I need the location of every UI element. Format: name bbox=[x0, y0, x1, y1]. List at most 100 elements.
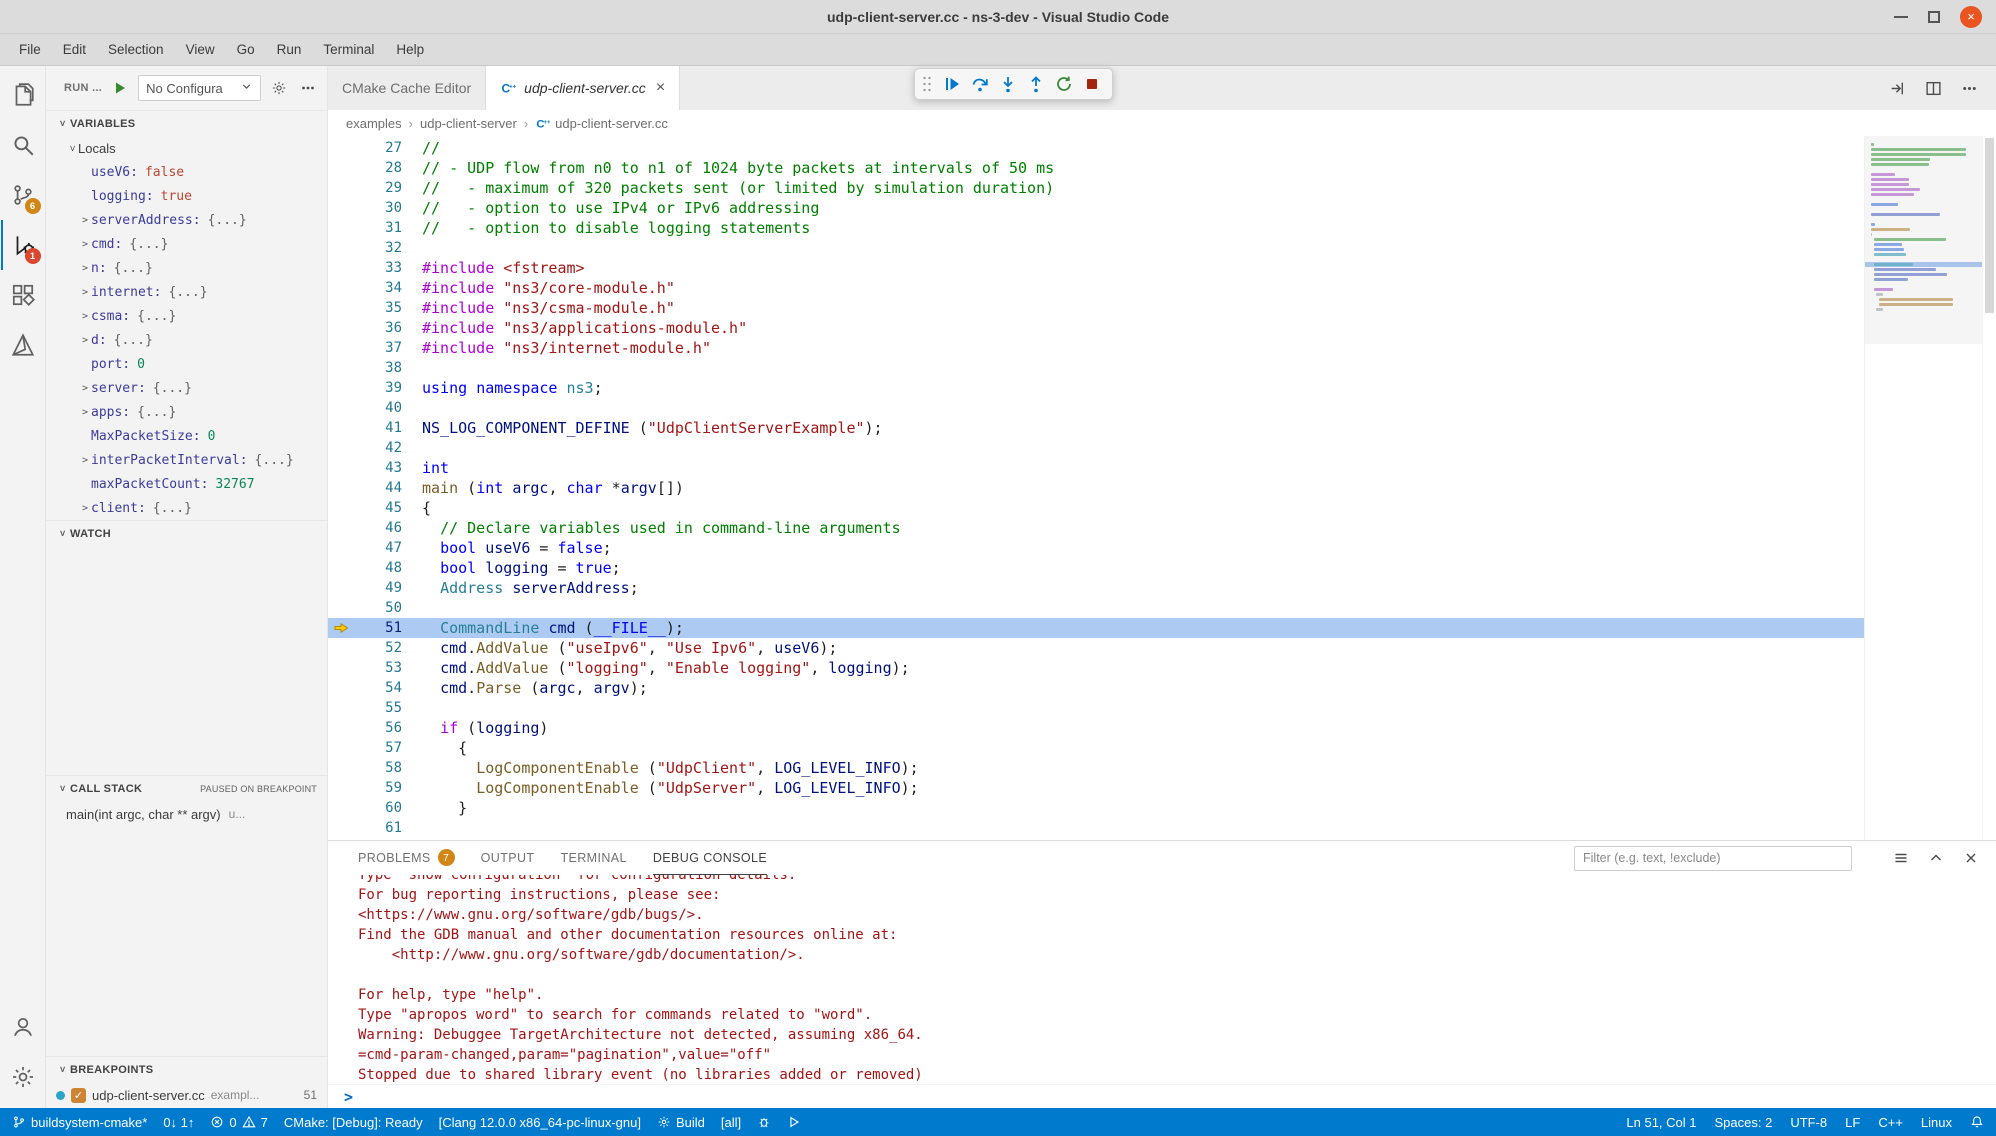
panel-tab-problems[interactable]: PROBLEMS7 bbox=[358, 841, 455, 875]
twisty-icon[interactable]: > bbox=[79, 407, 91, 418]
code-line-34[interactable]: 34#include "ns3/core-module.h" bbox=[328, 278, 1864, 298]
minimize-button[interactable] bbox=[1894, 16, 1908, 18]
activity-source-control[interactable]: 6 bbox=[1, 170, 45, 220]
close-panel-button[interactable] bbox=[1960, 847, 1982, 869]
code-line-31[interactable]: 31// - option to disable logging stateme… bbox=[328, 218, 1864, 238]
variable-n[interactable]: >n:{...} bbox=[46, 256, 327, 280]
minimap[interactable] bbox=[1864, 136, 1982, 840]
toolbar-drag-handle[interactable] bbox=[922, 75, 932, 93]
code-line-55[interactable]: 55 bbox=[328, 698, 1864, 718]
step-over-button[interactable] bbox=[967, 71, 993, 97]
close-button[interactable]: × bbox=[1960, 6, 1982, 28]
variable-MaxPacketSize[interactable]: >MaxPacketSize:0 bbox=[46, 424, 327, 448]
code-lines[interactable]: 27//28// - UDP flow from n0 to n1 of 102… bbox=[328, 136, 1864, 840]
menu-view[interactable]: View bbox=[175, 34, 226, 65]
code-line-32[interactable]: 32 bbox=[328, 238, 1864, 258]
cmake-launch-button[interactable] bbox=[787, 1115, 801, 1129]
scope-locals[interactable]: > Locals bbox=[46, 136, 327, 160]
variable-maxPacketCount[interactable]: >maxPacketCount:32767 bbox=[46, 472, 327, 496]
section-breakpoints[interactable]: > BREAKPOINTS bbox=[46, 1056, 327, 1082]
indentation[interactable]: Spaces: 2 bbox=[1715, 1115, 1773, 1130]
code-line-30[interactable]: 30// - option to use IPv4 or IPv6 addres… bbox=[328, 198, 1864, 218]
cmake-build-button[interactable]: Build bbox=[657, 1115, 705, 1130]
breadcrumb-item-examples[interactable]: examples bbox=[346, 116, 402, 131]
eol[interactable]: LF bbox=[1845, 1115, 1860, 1130]
code-line-54[interactable]: 54 cmd.Parse (argc, argv); bbox=[328, 678, 1864, 698]
variable-csma[interactable]: >csma:{...} bbox=[46, 304, 327, 328]
variable-interPacketInterval[interactable]: >interPacketInterval:{...} bbox=[46, 448, 327, 472]
code-line-43[interactable]: 43int bbox=[328, 458, 1864, 478]
variable-cmd[interactable]: >cmd:{...} bbox=[46, 232, 327, 256]
activity-cmake-tools[interactable] bbox=[1, 320, 45, 370]
call-stack-frame[interactable]: main(int argc, char ** argv) u... bbox=[46, 801, 327, 827]
code-line-36[interactable]: 36#include "ns3/applications-module.h" bbox=[328, 318, 1864, 338]
restart-button[interactable] bbox=[1051, 71, 1077, 97]
code-line-50[interactable]: 50 bbox=[328, 598, 1864, 618]
variable-port[interactable]: >port:0 bbox=[46, 352, 327, 376]
activity-explorer[interactable] bbox=[1, 70, 45, 120]
cursor-position[interactable]: Ln 51, Col 1 bbox=[1626, 1115, 1696, 1130]
breakpoint-item[interactable]: ✓ udp-client-server.cc exampl... 51 bbox=[46, 1082, 327, 1108]
code-line-47[interactable]: 47 bool useV6 = false; bbox=[328, 538, 1864, 558]
scrollbar-thumb[interactable] bbox=[1985, 138, 1994, 313]
menu-edit[interactable]: Edit bbox=[52, 34, 97, 65]
twisty-icon[interactable]: > bbox=[79, 263, 91, 274]
section-call-stack[interactable]: > CALL STACK PAUSED ON BREAKPOINT bbox=[46, 775, 327, 801]
code-line-57[interactable]: 57 { bbox=[328, 738, 1864, 758]
code-line-59[interactable]: 59 LogComponentEnable ("UdpServer", LOG_… bbox=[328, 778, 1864, 798]
run-more-actions-button[interactable] bbox=[297, 77, 319, 99]
stop-button[interactable] bbox=[1079, 71, 1105, 97]
activity-manage[interactable] bbox=[1, 1052, 45, 1102]
code-line-56[interactable]: 56 if (logging) bbox=[328, 718, 1864, 738]
cmake-build-target[interactable]: [all] bbox=[721, 1115, 741, 1130]
debug-config-dropdown[interactable]: No Configura bbox=[138, 75, 261, 101]
notifications[interactable] bbox=[1970, 1115, 1984, 1129]
cmake-debug-button[interactable] bbox=[757, 1115, 771, 1129]
variable-useV6[interactable]: >useV6:false bbox=[46, 160, 327, 184]
menu-run[interactable]: Run bbox=[266, 34, 313, 65]
tab-close-icon[interactable]: × bbox=[656, 80, 665, 96]
code-line-37[interactable]: 37#include "ns3/internet-module.h" bbox=[328, 338, 1864, 358]
cmake-status[interactable]: CMake: [Debug]: Ready bbox=[284, 1115, 423, 1130]
console-filter-input[interactable] bbox=[1574, 846, 1852, 871]
code-line-60[interactable]: 60 } bbox=[328, 798, 1864, 818]
twisty-icon[interactable]: > bbox=[79, 239, 91, 250]
twisty-icon[interactable]: > bbox=[79, 287, 91, 298]
step-out-button[interactable] bbox=[1023, 71, 1049, 97]
menu-go[interactable]: Go bbox=[226, 34, 266, 65]
panel-tab-output[interactable]: OUTPUT bbox=[481, 841, 535, 875]
twisty-icon[interactable]: > bbox=[79, 503, 91, 514]
twisty-icon[interactable]: > bbox=[79, 383, 91, 394]
code-line-51[interactable]: 51 CommandLine cmd (__FILE__); bbox=[328, 618, 1864, 638]
code-line-53[interactable]: 53 cmd.AddValue ("logging", "Enable logg… bbox=[328, 658, 1864, 678]
maximize-panel-button[interactable] bbox=[1925, 847, 1947, 869]
cmake-kit[interactable]: [Clang 12.0.0 x86_64-pc-linux-gnu] bbox=[439, 1115, 641, 1130]
activity-extensions[interactable] bbox=[1, 270, 45, 320]
code-line-33[interactable]: 33#include <fstream> bbox=[328, 258, 1864, 278]
code-line-49[interactable]: 49 Address serverAddress; bbox=[328, 578, 1864, 598]
variable-serverAddress[interactable]: >serverAddress:{...} bbox=[46, 208, 327, 232]
breadcrumb-item-udp-client-server[interactable]: udp-client-server bbox=[420, 116, 517, 131]
breadcrumb-item-udp-client-server-cc[interactable]: C++udp-client-server.cc bbox=[535, 116, 668, 131]
step-into-button[interactable] bbox=[995, 71, 1021, 97]
code-line-44[interactable]: 44main (int argc, char *argv[]) bbox=[328, 478, 1864, 498]
twisty-icon[interactable]: > bbox=[79, 311, 91, 322]
editor-scrollbar[interactable] bbox=[1982, 136, 1996, 840]
maximize-button[interactable] bbox=[1928, 11, 1940, 23]
breakpoint-checkbox[interactable]: ✓ bbox=[71, 1088, 86, 1103]
menu-selection[interactable]: Selection bbox=[97, 34, 175, 65]
start-debugging-button[interactable] bbox=[109, 77, 131, 99]
tab-udp-client-server-cc[interactable]: C++udp-client-server.cc× bbox=[486, 66, 680, 110]
continue-button[interactable] bbox=[939, 71, 965, 97]
debug-console-input[interactable]: > bbox=[328, 1084, 1996, 1108]
activity-accounts[interactable] bbox=[1, 1002, 45, 1052]
variable-apps[interactable]: >apps:{...} bbox=[46, 400, 327, 424]
language-mode[interactable]: C++ bbox=[1878, 1115, 1903, 1130]
more-actions-button[interactable] bbox=[1958, 77, 1980, 99]
tab-cmake-cache-editor[interactable]: CMake Cache Editor bbox=[328, 66, 486, 110]
menu-file[interactable]: File bbox=[8, 34, 52, 65]
code-line-28[interactable]: 28// - UDP flow from n0 to n1 of 1024 by… bbox=[328, 158, 1864, 178]
git-sync[interactable]: 0↓ 1↑ bbox=[163, 1115, 194, 1130]
code-line-52[interactable]: 52 cmd.AddValue ("useIpv6", "Use Ipv6", … bbox=[328, 638, 1864, 658]
variable-internet[interactable]: >internet:{...} bbox=[46, 280, 327, 304]
